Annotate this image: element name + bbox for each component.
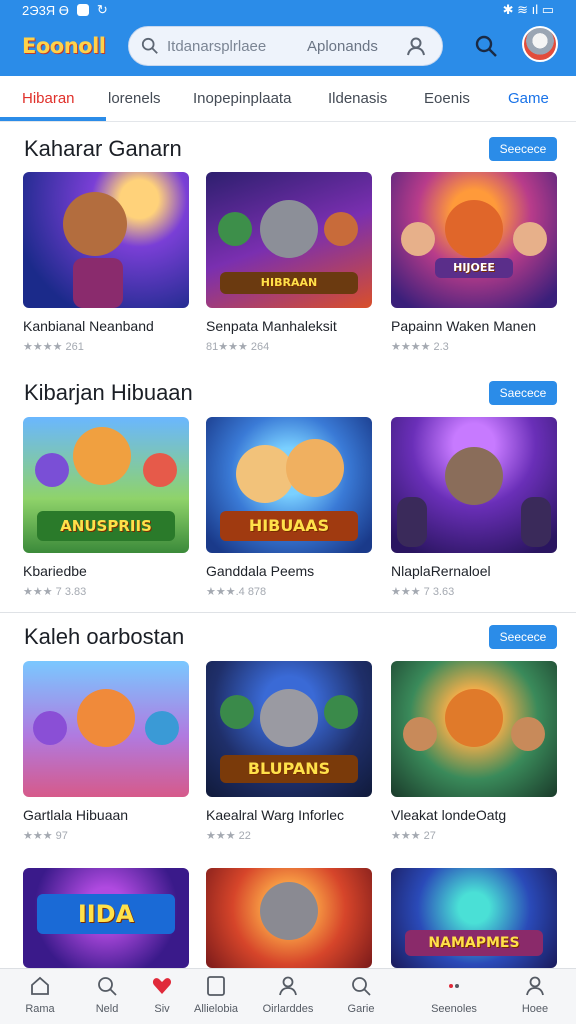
see-all-button[interactable]: Seecece <box>489 625 557 649</box>
sync-icon: ↻ <box>96 2 108 17</box>
tab-ildenasis[interactable]: Ildenasis <box>328 90 387 107</box>
game-rating: ★★★ 7 3.63 <box>391 586 455 598</box>
tab-hibaran[interactable]: Hibaran <box>22 90 75 107</box>
notification-icon <box>76 4 89 16</box>
thumbnail-banner: NAMAPMES <box>405 930 543 956</box>
game-rating: 81★★★ 264 <box>206 341 270 353</box>
game-title: Senpata Manhaleksit <box>206 318 337 334</box>
tab-eoenis[interactable]: Eoenis <box>424 90 470 107</box>
game-thumbnail: ANUSPRIIS <box>23 417 189 553</box>
user-icon[interactable] <box>406 36 426 56</box>
game-title: Ganddala Peems <box>206 563 315 579</box>
game-title: Gartlala Hibuaan <box>23 807 129 823</box>
game-thumbnail: HIJOEE <box>391 172 557 308</box>
avatar[interactable] <box>522 26 558 62</box>
see-all-button[interactable]: Saecece <box>489 381 557 405</box>
thumbnail-banner: BLUPANS <box>220 755 358 783</box>
game-thumbnail: HIBUAAS <box>206 417 372 553</box>
active-tab-indicator <box>0 117 106 121</box>
search-placeholder: Itdanarsplrlaee <box>167 38 267 55</box>
game-title: Kanbianal Neanband <box>23 318 154 334</box>
nav-item-garie[interactable]: Garie <box>331 975 391 1015</box>
thumbnail-banner: HIJOEE <box>435 258 513 278</box>
search-icon <box>352 977 371 996</box>
tab-lorenels[interactable]: lorenels <box>108 90 161 107</box>
person-icon <box>279 976 297 996</box>
section-divider <box>0 612 576 613</box>
nav-item-rama[interactable]: Rama <box>10 975 70 1015</box>
game-thumbnail: NAMAPMES <box>391 868 557 968</box>
game-thumbnail: IIDA <box>23 868 189 968</box>
game-thumbnail: BLUPANS <box>206 661 372 797</box>
nav-item-seenoles[interactable]: Seenoles <box>424 975 484 1015</box>
tab-game[interactable]: Game <box>508 90 549 107</box>
search-bar[interactable]: Itdanarsplrlaee Aplonands <box>128 26 443 66</box>
bottom-navigation: Rama Neld Siv Allielobia Oirlarddes Gari… <box>0 968 576 1024</box>
nav-item-neld[interactable]: Neld <box>77 975 137 1015</box>
search-icon <box>141 37 158 54</box>
game-rating: ★★★.4 878 <box>206 586 267 598</box>
nav-item-oirlarddes[interactable]: Oirlarddes <box>258 975 318 1015</box>
thumbnail-banner: ANUSPRIIS <box>37 511 175 541</box>
profile-icon <box>526 976 544 996</box>
section-title: Kibarjan Hibuaan <box>24 380 193 405</box>
tablet-icon <box>207 976 225 996</box>
status-time: 2Э3Я Ө <box>22 2 69 18</box>
game-title: NlaplaRernaloel <box>391 563 491 579</box>
game-rating: ★★★ 97 <box>23 830 68 842</box>
tab-inopepinplaata[interactable]: Inopepinplaata <box>193 90 291 107</box>
game-rating: ★★★ 22 <box>206 830 251 842</box>
game-title: Vleakat londeOatg <box>391 807 507 823</box>
heart-icon <box>152 978 172 994</box>
nav-item-siv[interactable]: Siv <box>132 975 192 1015</box>
game-title: Kbariedbe <box>23 563 87 579</box>
search-icon <box>98 977 117 996</box>
nav-item-allielobia[interactable]: Allielobia <box>186 975 246 1015</box>
status-icons: ✱ ≋ ıl ▭ <box>502 2 554 17</box>
game-thumbnail <box>23 661 189 797</box>
section-title: Kaharar Ganarn <box>24 136 182 161</box>
category-tabs: Hibaran lorenels Inopepinplaata Ildenasi… <box>0 76 576 122</box>
game-rating: ★★★★ 261 <box>23 341 84 353</box>
app-bar: Eoonoll Itdanarsplrlaee Aplonands <box>0 20 576 76</box>
home-icon <box>31 976 49 995</box>
dots-icon <box>449 984 459 988</box>
search-aux-label: Aplonands <box>307 38 378 55</box>
thumbnail-banner: HIBRAAN <box>220 272 358 294</box>
game-thumbnail <box>391 417 557 553</box>
status-bar: 2Э3Я Ө ↻ ✱ ≋ ıl ▭ <box>0 0 576 20</box>
game-thumbnail <box>206 868 372 968</box>
nav-item-hoee[interactable]: Hoee <box>505 975 565 1015</box>
game-rating: ★★★ 7 3.83 <box>23 586 87 598</box>
thumbnail-banner: HIBUAAS <box>220 511 358 541</box>
game-rating: ★★★★ 2.3 <box>391 341 449 353</box>
thumbnail-banner: IIDA <box>37 894 175 934</box>
app-logo[interactable]: Eoonoll <box>22 34 106 58</box>
game-title: Kaealral Warg Inforlec <box>206 807 344 823</box>
game-title: Papainn Waken Manen <box>391 318 537 334</box>
see-all-button[interactable]: Seecece <box>489 137 557 161</box>
game-rating: ★★★ 27 <box>391 830 436 842</box>
section-title: Kaleh oarbostan <box>24 624 185 649</box>
search-button-icon[interactable] <box>474 34 498 58</box>
game-thumbnail <box>391 661 557 797</box>
game-thumbnail: HIBRAAN <box>206 172 372 308</box>
game-thumbnail <box>23 172 189 308</box>
